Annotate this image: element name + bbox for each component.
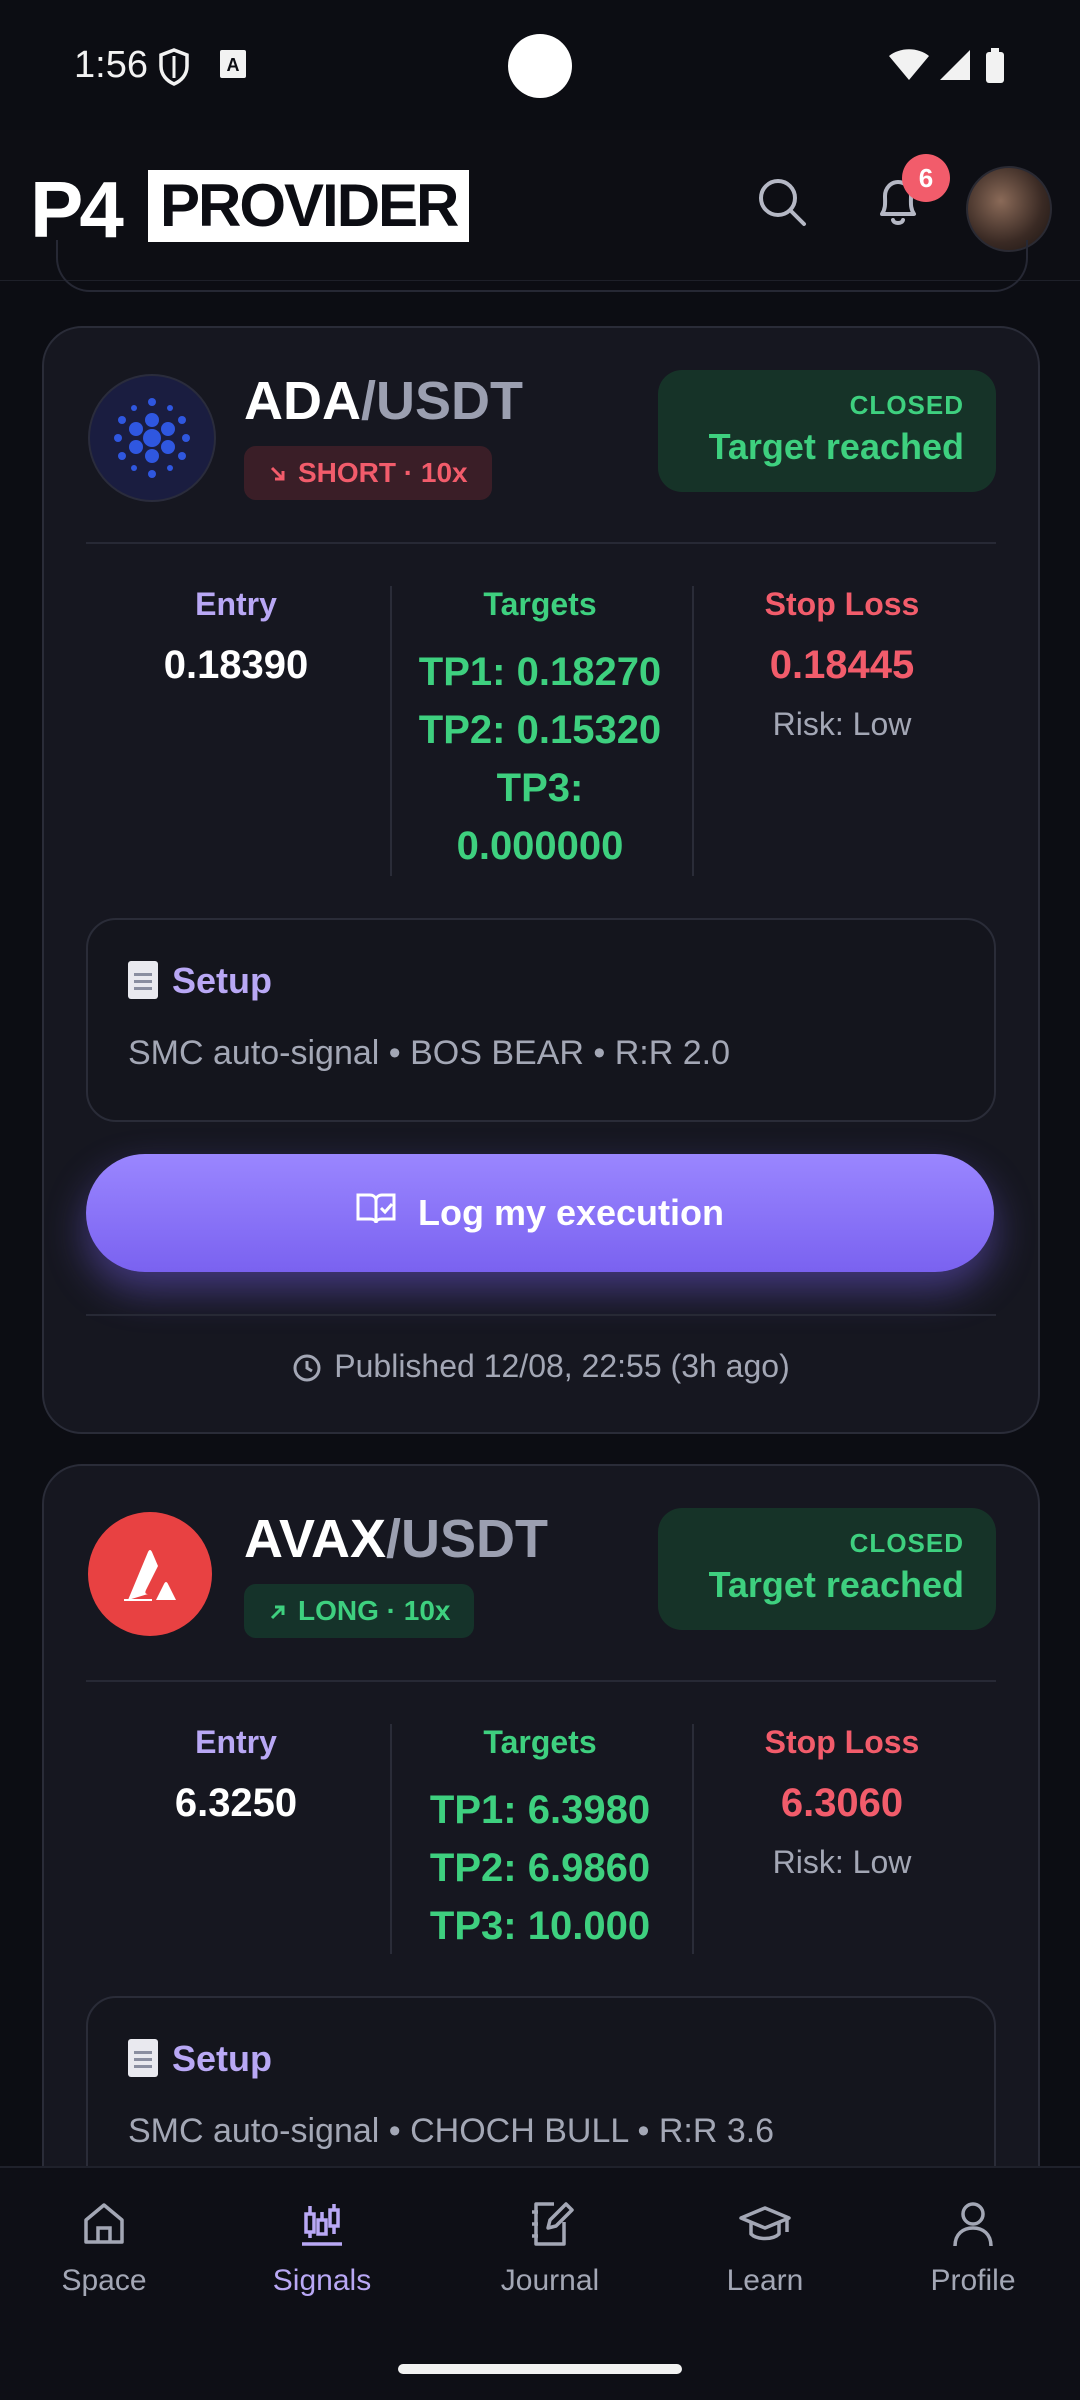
search-icon[interactable] bbox=[754, 174, 810, 230]
tp1-value: TP1: 6.3980 bbox=[429, 1788, 651, 1832]
home-indicator[interactable] bbox=[398, 2364, 682, 2374]
setup-title: Setup bbox=[128, 960, 272, 1002]
risk-label: Risk: Low bbox=[772, 1844, 912, 1880]
journal-icon bbox=[532, 2202, 574, 2246]
tp2-value: TP2: 0.15320 bbox=[418, 708, 662, 752]
entry-column: Entry 0.18390 bbox=[86, 586, 386, 688]
document-icon bbox=[128, 961, 158, 999]
targets-column: Targets TP1: 0.18270 TP2: 0.15320 TP3: 0… bbox=[390, 586, 690, 875]
svg-text:A: A bbox=[227, 55, 240, 75]
tp3-label: TP3: bbox=[496, 766, 584, 810]
direction-label: LONG · 10x bbox=[298, 1595, 451, 1626]
stop-loss-column: Stop Loss 6.3060 Risk: Low bbox=[692, 1724, 992, 1881]
entry-value: 6.3250 bbox=[174, 1781, 298, 1825]
setup-title-text: Setup bbox=[172, 960, 273, 1001]
cardano-icon bbox=[88, 374, 216, 502]
arrow-up-right-icon bbox=[270, 1605, 285, 1620]
pair-base: ADA bbox=[244, 371, 361, 431]
status-label: Target reached bbox=[708, 1564, 964, 1605]
status-closed: CLOSED bbox=[849, 1528, 964, 1558]
logo-mark: P4 bbox=[30, 165, 124, 254]
stop-loss-label: Stop Loss bbox=[764, 1724, 920, 1760]
tp2-value: TP2: 6.9860 bbox=[429, 1846, 651, 1890]
stop-loss-column: Stop Loss 0.18445 Risk: Low bbox=[692, 586, 992, 743]
document-icon bbox=[128, 2039, 158, 2077]
targets-column: Targets TP1: 6.3980 TP2: 6.9860 TP3: 10.… bbox=[390, 1724, 690, 1955]
targets-label: Targets bbox=[483, 1724, 597, 1760]
entry-label: Entry bbox=[195, 1724, 277, 1760]
tp3-value: TP3: 10.000 bbox=[429, 1904, 651, 1948]
pair-name: ADA/USDT bbox=[244, 370, 523, 432]
risk-label: Risk: Low bbox=[772, 706, 912, 742]
app-screen: 1:56 A P4 PROVIDER 6 ADA/USDT SHORT · 10… bbox=[0, 0, 1080, 2400]
targets-label: Targets bbox=[483, 586, 597, 622]
entry-label: Entry bbox=[195, 586, 277, 622]
status-badge: CLOSED Target reached bbox=[658, 370, 996, 492]
logo-text: PROVIDER bbox=[148, 170, 470, 242]
cellular-signal-icon bbox=[938, 48, 972, 87]
stop-loss-value: 6.3060 bbox=[780, 1781, 904, 1825]
direction-badge: LONG · 10x bbox=[244, 1584, 475, 1638]
published-text: Published 12/08, 22:55 (3h ago) bbox=[334, 1348, 790, 1384]
user-icon bbox=[953, 2202, 993, 2247]
pair-quote: /USDT bbox=[386, 1509, 549, 1569]
entry-value: 0.18390 bbox=[163, 643, 309, 687]
divider bbox=[86, 1314, 996, 1316]
status-bar: 1:56 A bbox=[0, 0, 1080, 130]
clock-icon bbox=[292, 1353, 322, 1391]
shield-icon bbox=[158, 48, 190, 91]
candlestick-icon bbox=[302, 2204, 342, 2246]
setup-title-text: Setup bbox=[172, 2038, 273, 2079]
font-icon: A bbox=[218, 48, 248, 85]
published-info: Published 12/08, 22:55 (3h ago) bbox=[44, 1348, 1038, 1391]
setup-panel: Setup SMC auto-signal • BOS BEAR • R:R 2… bbox=[86, 918, 996, 1122]
setup-text: SMC auto-signal • BOS BEAR • R:R 2.0 bbox=[128, 1034, 731, 1072]
nav-item-profile[interactable]: Profile bbox=[883, 2198, 1063, 2298]
nav-item-journal[interactable]: Journal bbox=[460, 2198, 640, 2298]
pair-name: AVAX/USDT bbox=[244, 1508, 548, 1570]
setup-title: Setup bbox=[128, 2038, 272, 2080]
setup-text: SMC auto-signal • CHOCH BULL • R:R 3.6 bbox=[128, 2112, 775, 2150]
nav-item-signals[interactable]: Signals bbox=[232, 2198, 412, 2298]
avalanche-icon bbox=[88, 1512, 212, 1636]
home-icon bbox=[84, 2203, 124, 2244]
nav-label: Space bbox=[61, 2264, 147, 2297]
pair-quote: /USDT bbox=[361, 371, 523, 431]
book-check-icon bbox=[356, 1156, 396, 1274]
nav-label: Journal bbox=[500, 2264, 600, 2297]
arrow-down-right-icon bbox=[270, 466, 285, 481]
direction-label: SHORT · 10x bbox=[298, 457, 468, 488]
stop-loss-label: Stop Loss bbox=[764, 586, 920, 622]
status-time: 1:56 bbox=[74, 44, 148, 86]
nav-label: Signals bbox=[272, 2264, 372, 2297]
tp3-value: 0.000000 bbox=[456, 824, 624, 868]
wifi-icon bbox=[888, 48, 930, 87]
pair-base: AVAX bbox=[244, 1509, 387, 1569]
log-execution-label: Log my execution bbox=[417, 1192, 725, 1233]
entry-column: Entry 6.3250 bbox=[86, 1724, 386, 1826]
tp1-value: TP1: 0.18270 bbox=[418, 650, 662, 694]
nav-label: Profile bbox=[930, 2264, 1016, 2297]
stop-loss-value: 0.18445 bbox=[769, 643, 915, 687]
graduation-cap-icon bbox=[739, 2206, 791, 2241]
camera-cutout bbox=[508, 34, 572, 98]
battery-icon bbox=[984, 48, 1006, 89]
nav-label: Learn bbox=[726, 2264, 804, 2297]
status-label: Target reached bbox=[708, 426, 964, 467]
previous-card-edge bbox=[56, 240, 1028, 292]
notification-badge: 6 bbox=[902, 154, 950, 202]
status-closed: CLOSED bbox=[849, 390, 964, 420]
divider bbox=[86, 1680, 996, 1682]
nav-item-learn[interactable]: Learn bbox=[675, 2198, 855, 2298]
direction-badge: SHORT · 10x bbox=[244, 446, 492, 500]
divider bbox=[86, 542, 996, 544]
status-badge: CLOSED Target reached bbox=[658, 1508, 996, 1630]
nav-item-space[interactable]: Space bbox=[14, 2198, 194, 2298]
signal-card: ADA/USDT SHORT · 10x CLOSED Target reach… bbox=[42, 326, 1040, 1434]
log-execution-button[interactable]: Log my execution bbox=[86, 1154, 994, 1272]
